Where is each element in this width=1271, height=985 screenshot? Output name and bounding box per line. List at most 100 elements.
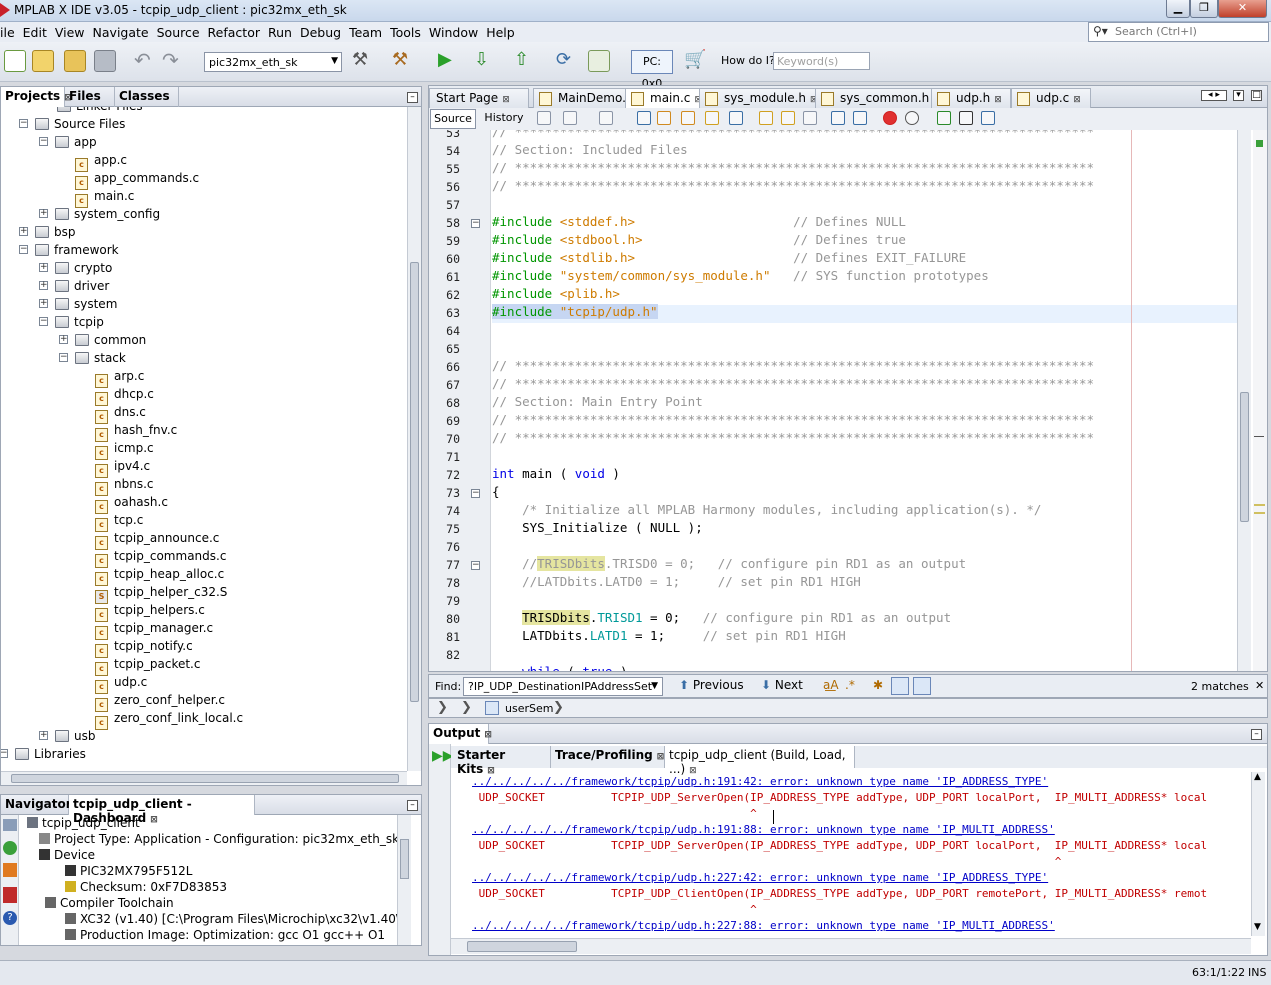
tab-sys-common-h[interactable]: sys_common.h⊠ — [815, 88, 941, 108]
tree-file[interactable]: c icmp.c — [95, 439, 154, 460]
tree-file[interactable]: c tcpip_announce.c — [95, 529, 219, 550]
tree-scroll-thumb[interactable] — [410, 262, 419, 702]
close-button[interactable]: ✕ — [1218, 0, 1267, 18]
ide-search-input[interactable]: ⚲▾ Search (Ctrl+I) — [1088, 22, 1269, 42]
tree-file[interactable]: c app_commands.c — [75, 169, 199, 190]
start-macro-icon[interactable] — [883, 111, 897, 125]
tab-maindemo-c[interactable]: MainDemo.c⊠ — [533, 88, 644, 108]
code-line[interactable]: LATDbits.LATD1 = 1; // set pin RD1 HIGH — [492, 628, 846, 643]
minimize-dashboard-icon[interactable]: – — [407, 800, 418, 811]
tab-trace-profiling[interactable]: Trace/Profiling ⊠ — [551, 746, 665, 768]
expand-toggle-icon[interactable]: + — [39, 263, 48, 272]
new-project-icon[interactable] — [32, 50, 54, 72]
code-line[interactable]: // Section: Included Files — [492, 142, 688, 157]
tree-folder[interactable]: bsp — [35, 223, 76, 241]
expand-toggle-icon[interactable]: + — [19, 227, 28, 236]
code-line[interactable]: //TRISDbits.TRISD0 = 0; // configure pin… — [492, 556, 966, 571]
tree-file[interactable]: c tcpip_packet.c — [95, 655, 200, 676]
dashboard-scrollbar[interactable] — [397, 815, 411, 945]
tree-file[interactable]: c app.c — [75, 151, 127, 172]
tree-folder[interactable]: common — [75, 331, 146, 349]
find-icon[interactable] — [637, 111, 651, 125]
tab-navigator[interactable]: Navigator — [1, 795, 72, 815]
tree-file[interactable]: c hash_fnv.c — [95, 421, 177, 442]
error-link[interactable]: ../../../../../framework/tcpip/udp.h:227… — [472, 919, 1055, 932]
tab-build-output[interactable]: tcpip_udp_client (Build, Load, ...) ⊠ — [665, 746, 855, 776]
menu-navigate[interactable]: Navigate — [89, 22, 153, 40]
code-line[interactable]: #include <stdbool.h> // Defines true — [492, 232, 906, 247]
code-line[interactable]: // *************************************… — [492, 430, 1094, 445]
redo-icon[interactable]: ↷ — [162, 50, 184, 72]
expand-toggle-icon[interactable]: − — [1, 749, 8, 758]
shift-right-icon[interactable] — [853, 111, 867, 125]
find-next-icon[interactable] — [681, 111, 695, 125]
tree-folder[interactable]: usb — [55, 727, 95, 745]
tab-main-c[interactable]: main.c⊠ — [625, 88, 705, 108]
tree-folder[interactable]: tcpip — [55, 313, 104, 331]
tree-file[interactable]: c zero_conf_link_local.c — [95, 709, 243, 730]
tree-file[interactable]: c ipv4.c — [95, 457, 150, 478]
editor-scroll-thumb[interactable] — [1240, 392, 1249, 522]
shift-left-icon[interactable] — [831, 111, 845, 125]
tree-file[interactable]: c nbns.c — [95, 475, 154, 496]
close-find-icon[interactable]: ✕ — [1255, 679, 1264, 692]
tree-file[interactable]: c tcpip_manager.c — [95, 619, 213, 640]
expand-toggle-icon[interactable]: − — [19, 245, 28, 254]
tab-sys-module-h[interactable]: sys_module.h ⊠ — [699, 88, 819, 108]
output-hscrollbar[interactable] — [451, 938, 1251, 954]
menu-refactor[interactable]: Refactor — [204, 22, 264, 40]
tab-starter-kits[interactable]: Starter Kits ⊠ — [453, 746, 551, 776]
forward-icon[interactable] — [599, 111, 613, 125]
tree-file[interactable]: c dhcp.c — [95, 385, 154, 406]
undo-icon[interactable]: ↶ — [134, 50, 156, 72]
tree-folder[interactable]: Linker Files — [57, 107, 143, 115]
tree-scrollbar[interactable] — [407, 107, 421, 771]
expand-toggle-icon[interactable]: + — [39, 209, 48, 218]
configuration-select[interactable]: pic32mx_eth_sk ▼ — [204, 52, 342, 72]
tree-file[interactable]: Stcpip_helper_c32.S — [95, 583, 227, 604]
tree-file[interactable]: c dns.c — [95, 403, 146, 424]
minimize-output-icon[interactable]: – — [1251, 729, 1262, 740]
refresh-icon[interactable] — [3, 841, 17, 855]
tree-file[interactable]: c zero_conf_helper.c — [95, 691, 225, 712]
build-hammer-icon[interactable]: ⚒ — [352, 50, 374, 72]
maximize-editor-icon[interactable]: □ — [1251, 90, 1262, 101]
code-line[interactable]: while ( true ) — [492, 664, 627, 671]
code-line[interactable]: // *************************************… — [492, 358, 1094, 373]
menu-debug[interactable]: Debug — [296, 22, 345, 40]
find-input[interactable]: ?IP_UDP_DestinationIPAddressSet ▼ — [463, 677, 663, 696]
back-icon[interactable] — [563, 111, 577, 125]
maximize-button[interactable]: ❐ — [1190, 0, 1218, 18]
expand-toggle-icon[interactable]: − — [19, 119, 28, 128]
tab-udp-c[interactable]: udp.c ⊠ — [1011, 88, 1091, 108]
expand-toggle-icon[interactable]: − — [39, 317, 48, 326]
code-line[interactable]: // Section: Main Entry Point — [492, 394, 703, 409]
tree-folder[interactable]: stack — [75, 349, 126, 367]
dashboard-view-icon[interactable] — [3, 819, 17, 831]
breadcrumb-item[interactable]: userSem — [505, 702, 553, 715]
code-line[interactable]: /* Initialize all MPLAB Harmony modules,… — [492, 502, 1041, 517]
output-text[interactable]: ../../../../../framework/tcpip/udp.h:191… — [429, 772, 1247, 934]
last-edit-icon[interactable] — [537, 111, 551, 125]
pdf-icon[interactable] — [3, 887, 17, 903]
program-device-icon[interactable]: ⇩ — [474, 50, 496, 72]
open-project-icon[interactable] — [64, 50, 86, 72]
read-device-icon[interactable]: ⇧ — [514, 50, 536, 72]
cart-icon[interactable]: 🛒 — [684, 50, 706, 72]
find-previous-button[interactable]: ⬆ Previous — [679, 678, 744, 696]
tree-file[interactable]: c tcpip_commands.c — [95, 547, 226, 568]
tree-file[interactable]: c main.c — [75, 187, 134, 208]
code-line[interactable]: { — [492, 484, 500, 499]
expand-toggle-icon[interactable]: − — [59, 353, 68, 362]
code-line[interactable]: TRISDbits.TRISD1 = 0; // configure pin R… — [492, 610, 951, 625]
diff-icon[interactable] — [981, 111, 995, 125]
tree-file[interactable]: c tcpip_heap_alloc.c — [95, 565, 224, 586]
tree-hscroll-thumb[interactable] — [11, 774, 399, 783]
tree-file[interactable]: c tcp.c — [95, 511, 143, 532]
toggle-rect-select-icon[interactable] — [729, 111, 743, 125]
menu-source[interactable]: Source — [153, 22, 204, 40]
code-line[interactable]: #include "tcpip/udp.h" — [492, 304, 658, 319]
code-line[interactable]: #include <stddef.h> // Defines NULL — [492, 214, 906, 229]
highlight-results-icon[interactable] — [891, 677, 909, 695]
expand-toggle-icon[interactable]: − — [39, 137, 48, 146]
